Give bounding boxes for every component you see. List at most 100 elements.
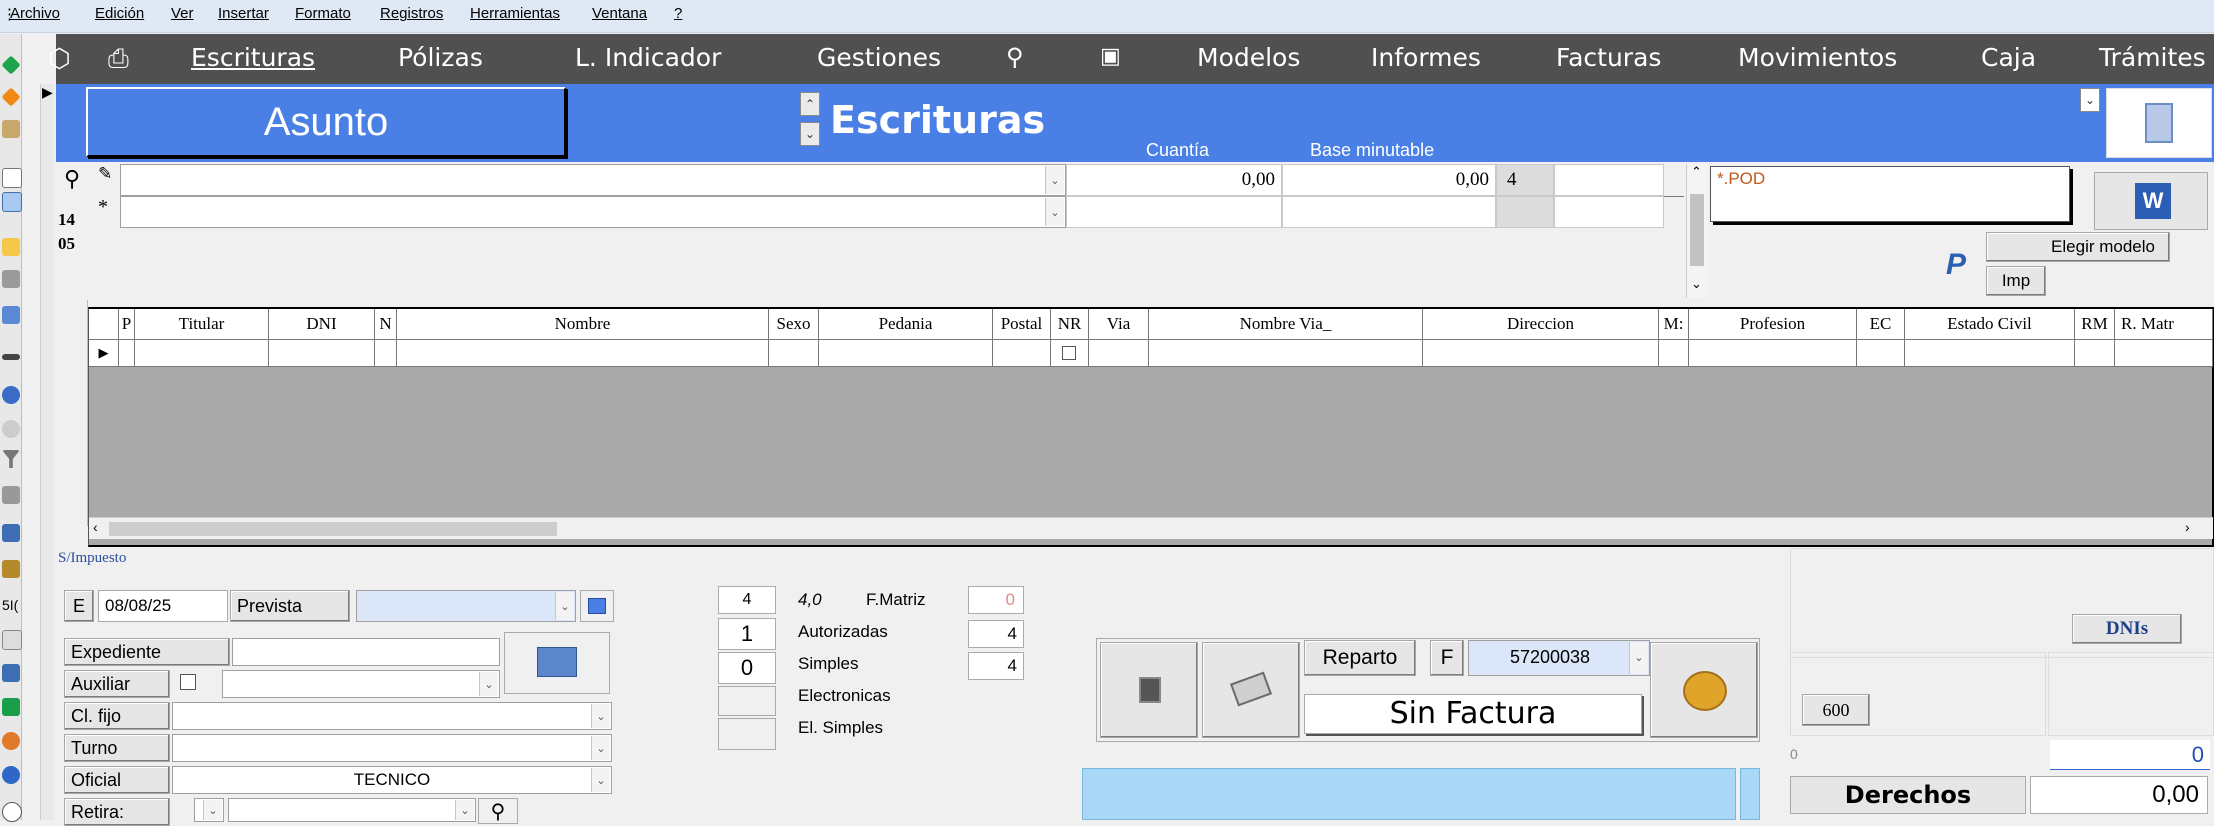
col-nombre[interactable]: Nombre bbox=[397, 309, 769, 340]
oficial-combo[interactable]: TECNICO ⌄ bbox=[172, 766, 612, 794]
text-icon[interactable]: 5I( bbox=[2, 596, 20, 614]
reparto-button[interactable]: Reparto bbox=[1304, 640, 1416, 676]
orange-diamond-icon[interactable] bbox=[1, 87, 21, 107]
form-icon[interactable] bbox=[2, 192, 22, 212]
nav-tramites[interactable]: Trámites bbox=[2099, 43, 2206, 72]
asunto-title[interactable]: Asunto bbox=[86, 87, 566, 157]
auxiliar-button[interactable]: Auxiliar bbox=[64, 670, 170, 698]
nav-polizas[interactable]: Pólizas bbox=[398, 43, 483, 72]
cell-n[interactable] bbox=[375, 340, 397, 367]
cell-p[interactable] bbox=[119, 340, 135, 367]
extra-field-1[interactable] bbox=[1554, 164, 1664, 196]
col-n[interactable]: N bbox=[375, 309, 397, 340]
menu-formato[interactable]: Formato bbox=[295, 5, 351, 22]
filter-icon[interactable] bbox=[2, 420, 20, 438]
scroll-right-icon[interactable]: › bbox=[2185, 519, 2190, 535]
derechos-value[interactable]: 0,00 bbox=[2030, 776, 2208, 814]
imp-button[interactable]: Imp bbox=[1986, 266, 2046, 296]
extra-field-2[interactable] bbox=[1554, 196, 1664, 228]
calculator-button[interactable] bbox=[1100, 642, 1198, 738]
f-button[interactable]: F bbox=[1430, 640, 1464, 676]
simples-left[interactable]: 0 bbox=[718, 652, 776, 684]
nav-movimientos[interactable]: Movimientos bbox=[1738, 43, 1897, 72]
cell-nombre-via[interactable] bbox=[1149, 340, 1423, 367]
nav-caja[interactable]: Caja bbox=[1981, 43, 2036, 72]
prevista-button[interactable]: Prevista bbox=[230, 590, 350, 622]
col-ec[interactable]: EC bbox=[1857, 309, 1905, 340]
col-sexo[interactable]: Sexo bbox=[769, 309, 819, 340]
cell-rm[interactable] bbox=[2075, 340, 2115, 367]
calendar-icon[interactable]: ▣ bbox=[1100, 43, 1121, 69]
nav-informes[interactable]: Informes bbox=[1371, 43, 1481, 72]
menu-ventana[interactable]: Ventana bbox=[592, 5, 647, 22]
col-nombre-via[interactable]: Nombre Via_ bbox=[1149, 309, 1423, 340]
scroll-left-icon[interactable]: ‹ bbox=[93, 519, 98, 535]
header-dropdown-button[interactable]: ⌄ bbox=[2080, 88, 2100, 112]
print-button[interactable] bbox=[1202, 642, 1300, 738]
search-icon[interactable]: ⚲ bbox=[1006, 43, 1024, 72]
upload-icon[interactable] bbox=[2, 664, 20, 682]
col-via[interactable]: Via bbox=[1089, 309, 1149, 340]
nav-modelos[interactable]: Modelos bbox=[1197, 43, 1300, 72]
autorizadas-left[interactable]: 1 bbox=[718, 618, 776, 650]
cell-estado-civil[interactable] bbox=[1905, 340, 2075, 367]
cell-titular[interactable] bbox=[135, 340, 269, 367]
retira-button[interactable]: Retira: bbox=[64, 798, 170, 826]
cell-dni[interactable] bbox=[269, 340, 375, 367]
word-button[interactable]: W bbox=[2094, 172, 2208, 230]
user-icon[interactable] bbox=[2, 732, 20, 750]
base-field[interactable]: 0,00 bbox=[1282, 164, 1496, 196]
cell-ec[interactable] bbox=[1857, 340, 1905, 367]
exit-button[interactable] bbox=[2106, 88, 2212, 158]
col-dni[interactable]: DNI bbox=[269, 309, 375, 340]
folder-open-button[interactable] bbox=[504, 632, 610, 694]
cube-icon[interactable]: ⬡ bbox=[48, 43, 71, 74]
fmatriz-value[interactable]: 0 bbox=[968, 586, 1024, 614]
col-direccion[interactable]: Direccion bbox=[1423, 309, 1659, 340]
prevista-combo[interactable]: ⌄ bbox=[356, 590, 576, 622]
vertical-scrollbar[interactable]: ⌃ ⌄ bbox=[1686, 164, 1708, 298]
document-icon[interactable] bbox=[2, 168, 22, 188]
folder-icon[interactable] bbox=[2, 120, 20, 138]
turno-combo[interactable]: ⌄ bbox=[172, 734, 612, 762]
cuantia-field-2[interactable] bbox=[1066, 196, 1282, 228]
spin-down-button[interactable]: ⌄ bbox=[800, 122, 820, 146]
scroll-down-icon[interactable]: ⌄ bbox=[1691, 276, 1702, 292]
matriz-n[interactable]: 4 bbox=[718, 586, 776, 614]
retira-small-combo[interactable]: ⌄ bbox=[194, 798, 224, 822]
cell-m[interactable] bbox=[1659, 340, 1689, 367]
h-scroll-thumb[interactable] bbox=[109, 522, 557, 536]
nr-checkbox[interactable] bbox=[1062, 346, 1076, 360]
base-field-2[interactable] bbox=[1282, 196, 1496, 228]
auxiliar-checkbox[interactable] bbox=[180, 674, 196, 690]
menu-edicion[interactable]: Edición bbox=[95, 5, 144, 22]
printer-settings-icon[interactable]: ⎙ bbox=[108, 43, 129, 75]
el-simples-left[interactable] bbox=[718, 718, 776, 750]
cell-sexo[interactable] bbox=[769, 340, 819, 367]
funnel-icon[interactable] bbox=[2, 450, 20, 468]
coins-button[interactable] bbox=[1650, 642, 1758, 738]
row1-combo[interactable]: ⌄ bbox=[120, 164, 1066, 196]
nav-l-indicador[interactable]: L. Indicador bbox=[575, 43, 721, 72]
col-rm[interactable]: RM bbox=[2075, 309, 2115, 340]
retira-combo[interactable]: ⌄ bbox=[228, 798, 476, 822]
trash-icon[interactable] bbox=[2, 270, 20, 288]
cl-fijo-combo[interactable]: ⌄ bbox=[172, 702, 612, 730]
e-button[interactable]: E bbox=[64, 590, 94, 622]
cell-pedania[interactable] bbox=[819, 340, 993, 367]
scroll-up-icon[interactable]: ⌃ bbox=[1691, 164, 1702, 180]
b600-button[interactable]: 600 bbox=[1802, 694, 1870, 726]
menu-help[interactable]: ? bbox=[674, 5, 682, 22]
web-icon[interactable] bbox=[2, 766, 20, 784]
date-field[interactable]: 08/08/25 bbox=[98, 590, 228, 622]
menu-archivo[interactable]: Archivo bbox=[10, 5, 60, 22]
clock-icon[interactable] bbox=[2, 802, 22, 822]
search-doc-icon[interactable] bbox=[2, 524, 20, 542]
p-model-icon[interactable]: P bbox=[1946, 248, 1982, 292]
phone-icon[interactable] bbox=[2, 698, 20, 716]
nav-gestiones[interactable]: Gestiones bbox=[817, 43, 941, 72]
nav-facturas[interactable]: Facturas bbox=[1556, 43, 1661, 72]
cell-direccion[interactable] bbox=[1423, 340, 1659, 367]
electronicas-left[interactable] bbox=[718, 686, 776, 716]
spin-up-button[interactable]: ⌃ bbox=[800, 92, 820, 116]
